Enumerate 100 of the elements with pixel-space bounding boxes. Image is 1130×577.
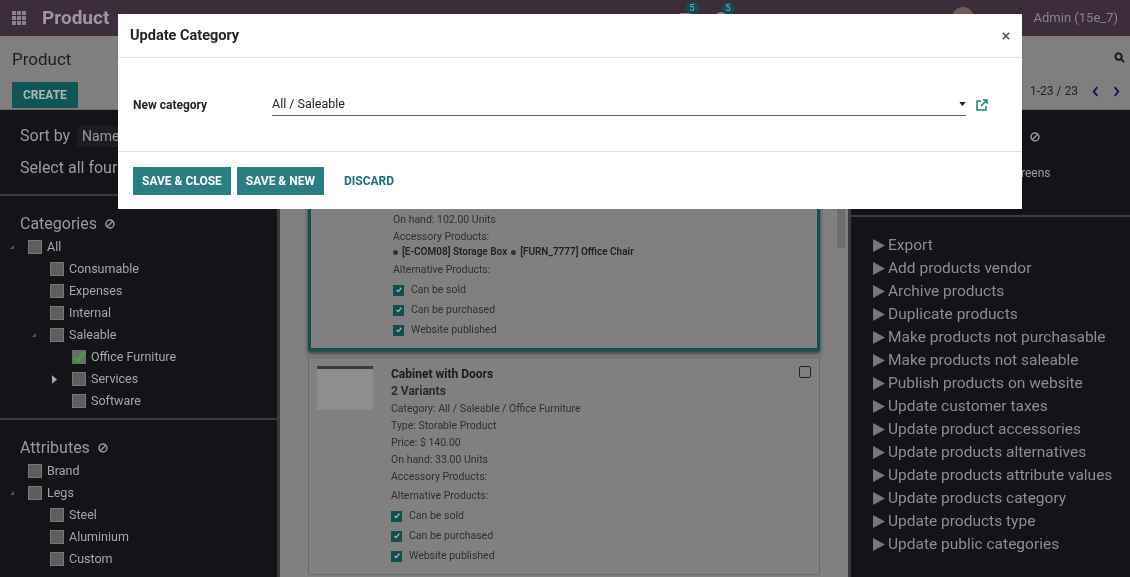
action-item[interactable]: Make products not saleable [888,348,1079,373]
triangle-icon [873,423,885,436]
action-item[interactable]: Duplicate products [888,302,1018,327]
checkbox[interactable] [391,550,402,562]
triangle-icon [873,446,885,459]
expanded-caret-icon[interactable] [10,245,14,249]
action-item[interactable]: Publish products on website [888,371,1083,396]
triangle-icon [873,377,885,390]
checkbox[interactable] [72,372,86,386]
flag-label: Can be purchased [409,528,494,544]
action-item[interactable]: Archive products [888,279,1005,304]
action-item[interactable]: Update customer taxes [888,394,1048,419]
previous-page-icon[interactable] [1092,85,1099,97]
sort-label: Sort by [20,125,71,147]
filter-label[interactable]: Software [91,391,141,411]
checkbox[interactable] [28,464,42,478]
checkbox[interactable] [393,284,404,296]
filter-label[interactable]: Brand [47,461,80,481]
product-detail: On hand: 102.00 Units [393,212,497,228]
action-item[interactable]: Make products not purchasable [888,325,1106,350]
dialog-button[interactable]: SAVE & CLOSE [133,166,231,195]
search-icon[interactable] [1114,52,1125,63]
dialog-button[interactable]: SAVE & NEW [236,166,324,195]
checkbox[interactable] [50,508,64,522]
filter-label[interactable]: Saleable [69,325,117,345]
triangle-icon [873,239,885,252]
checkbox[interactable] [393,324,404,336]
chat-count-badge: 5 [685,2,699,14]
checkbox[interactable] [72,394,86,408]
expanded-caret-icon[interactable] [10,491,14,495]
filter-label[interactable]: Expenses [69,281,123,301]
filter-label[interactable]: Consumable [69,259,139,279]
action-item[interactable]: Export [888,233,933,258]
product-detail: Alternative Products: [393,262,492,278]
next-page-icon[interactable] [1113,85,1120,97]
action-item[interactable]: Update products alternatives [888,440,1087,465]
external-link-icon[interactable] [976,98,988,111]
filter-label[interactable]: All [47,237,62,257]
filter-label[interactable]: Office Furniture [91,347,177,367]
flag-label: Can be purchased [411,302,496,318]
accessory-tag[interactable]: [E-COM08] Storage Box [402,245,508,259]
section-title: Attributes [20,437,90,459]
filter-value[interactable]: reens [1021,166,1051,180]
clear-filter-icon[interactable] [1030,132,1040,142]
filter-label[interactable]: Legs [47,483,74,503]
action-item[interactable]: Update public categories [888,532,1060,557]
checkbox[interactable] [391,530,402,542]
accessory-tag[interactable]: [FURN_7777] Office Chair [520,245,634,259]
action-item[interactable]: Update products attribute values [888,463,1113,488]
checkbox[interactable] [28,240,42,254]
clear-filter-icon[interactable] [97,443,108,453]
triangle-icon [873,492,885,505]
filter-label[interactable]: Aluminium [69,527,129,547]
checkbox[interactable] [391,510,402,522]
filter-label[interactable]: Steel [69,505,97,525]
checkbox[interactable] [393,304,404,316]
triangle-icon [873,469,885,482]
triangle-icon [873,354,885,367]
create-button[interactable]: CREATE [12,81,78,108]
discard-button[interactable]: DISCARD [329,166,409,195]
checkbox[interactable] [50,552,64,566]
product-detail: Alternative Products: [391,488,490,504]
triangle-icon [873,308,885,321]
dropdown-caret-icon[interactable] [959,102,966,106]
filter-label[interactable]: Internal [69,303,111,323]
apps-grid-icon[interactable] [12,10,27,26]
user-menu[interactable]: Admin (15e_7) [1033,8,1118,28]
action-item[interactable]: Update products type [888,509,1036,534]
checkbox[interactable] [72,350,86,364]
product-detail: Accessory Products: [391,469,489,485]
dialog-title: Update Category [130,25,240,46]
triangle-icon [873,538,885,551]
flag-label: Website published [409,548,495,564]
triangle-icon [873,515,885,528]
section-title: Categories [20,213,97,235]
flag-label: Can be sold [409,508,464,524]
checkbox[interactable] [50,530,64,544]
category-select[interactable]: All / Saleable [272,93,966,116]
checkbox[interactable] [50,284,64,298]
filter-label[interactable]: Services [91,369,139,389]
action-item[interactable]: Add products vendor [888,256,1032,281]
card-checkbox[interactable] [799,366,811,378]
expanded-caret-icon[interactable] [32,333,36,337]
activity-count-badge: 5 [721,2,735,14]
product-detail: Type: Storable Product [391,418,498,434]
product-card[interactable] [308,357,820,575]
action-item[interactable]: Update product accessories [888,417,1081,442]
checkbox[interactable] [28,486,42,500]
checkbox[interactable] [50,328,64,342]
collapsed-caret-icon[interactable] [52,374,57,384]
close-icon[interactable] [1002,31,1010,40]
pager-value[interactable]: 1-23 / 23 [1030,82,1078,100]
filter-label[interactable]: Custom [69,549,113,569]
app-title: Product [42,4,110,31]
clear-filter-icon[interactable] [105,219,115,229]
checkbox[interactable] [50,262,64,276]
triangle-icon [873,331,885,344]
checkbox[interactable] [50,306,64,320]
bullet-icon [511,249,517,255]
action-item[interactable]: Update products category [888,486,1067,511]
